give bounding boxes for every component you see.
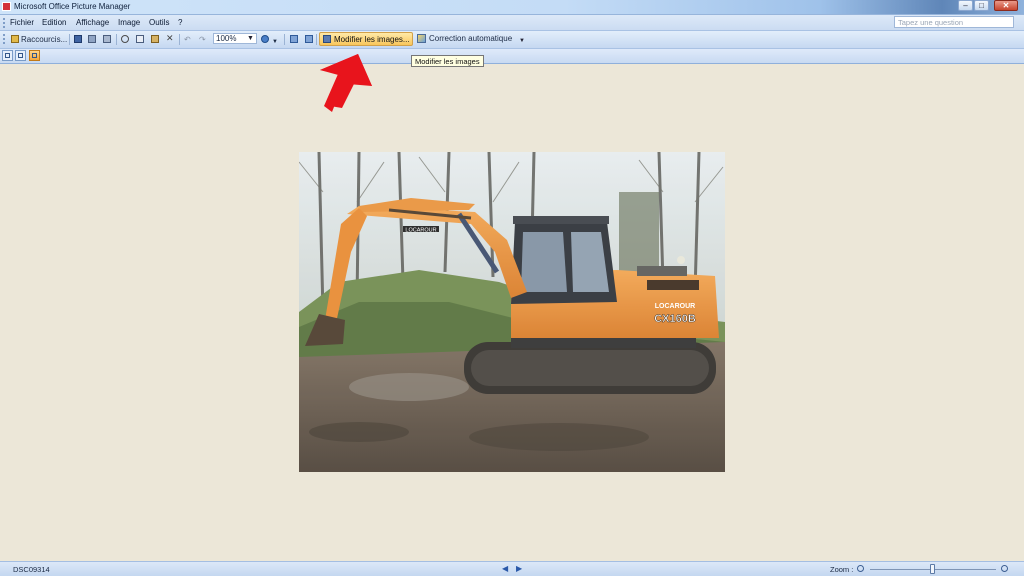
auto-correct-label: Correction automatique [429, 34, 513, 43]
toolbar-separator [179, 34, 180, 45]
zoom-dropdown-arrow-icon[interactable]: ▼ [247, 35, 254, 42]
view-toolbar [0, 49, 1024, 64]
single-picture-view-icon [32, 53, 37, 58]
edit-pictures-label: Modifier les images... [334, 35, 410, 44]
picture-preview[interactable]: LOCAROUR LOCAROUR CX160B [299, 152, 725, 472]
menu-image[interactable]: Image [118, 18, 140, 27]
toolbar-options-chevron-icon[interactable]: ▼ [519, 38, 525, 44]
thumbnail-view-icon [5, 53, 10, 58]
tooltip: Modifier les images [411, 55, 484, 67]
toolbar-separator [116, 34, 117, 45]
next-picture-icon[interactable]: ▶ [516, 564, 522, 573]
menubar-grip[interactable] [3, 18, 7, 28]
redo-icon[interactable]: ↷ [199, 34, 206, 45]
filmstrip-view-icon [18, 53, 23, 58]
app-icon[interactable] [2, 2, 11, 11]
save-icon[interactable] [74, 35, 82, 43]
zoom-out-icon[interactable] [857, 565, 864, 572]
chevron-down-icon[interactable]: ▼ [272, 37, 278, 48]
menu-fichier[interactable]: Fichier [10, 18, 34, 27]
single-picture-view-button[interactable] [29, 50, 40, 61]
zoom-in-icon[interactable] [1001, 565, 1008, 572]
status-bar: DSC09314 ◀ ▶ Zoom : [0, 561, 1024, 576]
menu-affichage[interactable]: Affichage [76, 18, 109, 27]
undo-icon[interactable]: ↶ [184, 34, 191, 45]
previous-picture-icon[interactable]: ◀ [502, 564, 508, 573]
toolbar-separator [316, 34, 317, 45]
menu-help[interactable]: ? [178, 18, 182, 27]
edit-pictures-button[interactable]: Modifier les images... [319, 32, 413, 46]
restore-button[interactable]: □ [974, 0, 989, 11]
rotate-right-icon[interactable] [305, 35, 313, 43]
print-icon[interactable] [88, 35, 96, 43]
paste-icon[interactable] [151, 35, 159, 43]
minimize-button[interactable]: – [958, 0, 973, 11]
delete-icon[interactable]: ✕ [166, 33, 174, 44]
menu-edition[interactable]: Edition [42, 18, 66, 27]
zoom-dropdown-icon[interactable] [261, 35, 269, 43]
cut-icon[interactable] [121, 35, 129, 43]
edit-pictures-icon [323, 35, 331, 43]
email-icon[interactable] [103, 35, 111, 43]
rotate-left-icon[interactable] [290, 35, 298, 43]
zoom-label: Zoom : [830, 565, 854, 574]
annotation-arrow-icon [320, 54, 372, 112]
toolbar-separator [284, 34, 285, 45]
shortcuts-button[interactable]: Raccourcis... [21, 34, 67, 45]
window-title: Microsoft Office Picture Manager [14, 2, 131, 11]
copy-icon[interactable] [136, 35, 144, 43]
filename-label: DSC09314 [13, 565, 50, 574]
menu-bar: Fichier Edition Affichage Image Outils ? [0, 15, 1024, 31]
menu-outils[interactable]: Outils [149, 18, 169, 27]
help-search-input[interactable]: Tapez une question [894, 16, 1014, 28]
toolbar-separator [69, 34, 70, 45]
auto-correct-icon [417, 34, 426, 43]
thumbnail-view-button[interactable] [2, 50, 13, 61]
zoom-slider-thumb[interactable] [930, 564, 935, 574]
toolbar-grip[interactable] [3, 34, 7, 44]
excavator-photo: LOCAROUR LOCAROUR CX160B [299, 152, 725, 472]
filmstrip-view-button[interactable] [15, 50, 26, 61]
close-button[interactable]: ✕ [994, 0, 1018, 11]
title-bar: Microsoft Office Picture Manager – □ ✕ [0, 0, 1024, 15]
shortcuts-icon [11, 35, 19, 43]
